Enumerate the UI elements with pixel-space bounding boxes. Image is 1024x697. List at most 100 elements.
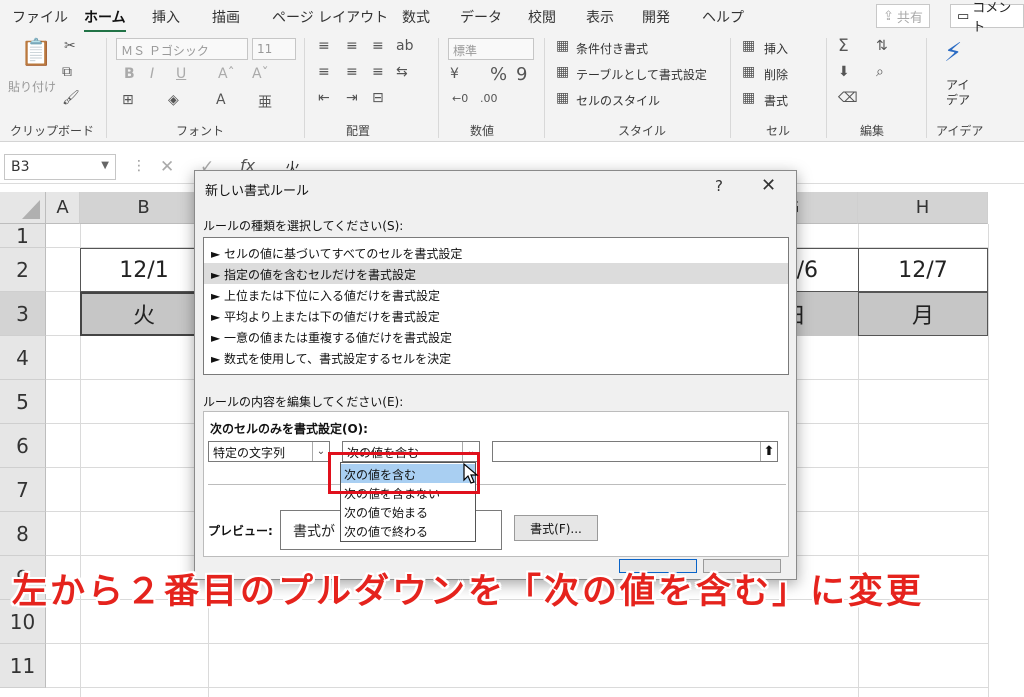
font-name-box[interactable]: ＭＳ Ｐゴシック [116,38,248,60]
align-center-icon[interactable]: ≡ [346,64,358,80]
delete-cells-icon[interactable]: ▦ [742,64,755,80]
format-button[interactable]: 書式(F)... [514,515,598,541]
grow-font-icon[interactable]: Aˆ [218,66,235,82]
underline-icon[interactable]: U [176,66,186,82]
cell-style-icon[interactable]: ▦ [556,90,569,106]
border-icon[interactable]: ⊞ [122,92,134,108]
tab-home[interactable]: ホーム [84,7,126,33]
increase-decimal-icon[interactable]: ←0 [452,92,468,105]
autosum-icon[interactable]: Σ [838,36,849,56]
row-header-5[interactable]: 5 [0,380,46,424]
tab-data[interactable]: データ [460,7,502,27]
cancel-icon[interactable]: ✕ [160,157,174,177]
row-header-2[interactable]: 2 [0,248,46,292]
rule-type-item[interactable]: ► 数式を使用して、書式設定するセルを決定 [204,347,788,368]
font-color-icon[interactable]: A [216,92,226,108]
format-table-button[interactable]: テーブルとして書式設定 [576,66,707,83]
fill-color-icon[interactable]: ◈ [168,92,179,108]
cell-h3[interactable]: 月 [858,292,988,336]
name-box-dropdown-icon[interactable]: ▼ [101,160,109,171]
row-header-6[interactable]: 6 [0,424,46,468]
sort-filter-icon[interactable]: ⇅ [876,38,888,54]
tab-review[interactable]: 校閲 [528,7,556,27]
ideas-icon[interactable]: ⚡ [944,38,962,68]
cell-h2[interactable]: 12/7 [858,248,988,292]
row-header-8[interactable]: 8 [0,512,46,556]
condition-type-combo[interactable]: 特定の文字列 ⌄ [208,441,330,462]
column-header-h[interactable]: H [858,192,988,224]
tab-file[interactable]: ファイル [12,7,68,27]
paste-icon[interactable]: 📋 [20,38,52,68]
tab-developer[interactable]: 開発 [642,7,670,27]
format-cells-button[interactable]: 書式 [764,92,788,109]
row-header-4[interactable]: 4 [0,336,46,380]
rule-type-item[interactable]: ► セルの値に基づいてすべてのセルを書式設定 [204,242,788,263]
column-header-b[interactable]: B [80,192,208,224]
bold-icon[interactable]: B [124,66,135,82]
rule-type-item-selected[interactable]: ► 指定の値を含むセルだけを書式設定 [204,263,788,284]
cut-icon[interactable]: ✂ [64,38,76,54]
tab-insert[interactable]: 挿入 [152,7,180,27]
conditional-format-icon[interactable]: ▦ [556,38,569,54]
help-button[interactable]: ? [715,177,723,195]
align-middle-icon[interactable]: ≡ [346,38,358,54]
tab-draw[interactable]: 描画 [212,7,240,27]
range-select-icon[interactable]: ⬆ [760,442,777,461]
copy-icon[interactable]: ⧉ [62,64,72,80]
cell-style-button[interactable]: セルのスタイル [576,92,660,109]
clear-icon[interactable]: ⌫ [838,90,858,106]
delete-cells-button[interactable]: 削除 [764,66,788,83]
dropdown-option-begins-with[interactable]: 次の値で始まる [341,502,475,521]
column-header-a[interactable]: A [46,192,80,224]
orientation-icon[interactable]: ab [396,38,413,54]
find-select-icon[interactable]: ⌕ [876,64,884,80]
font-size-box[interactable]: 11 [252,38,296,60]
name-box[interactable]: B3 ▼ [4,154,116,180]
shrink-font-icon[interactable]: Aˇ [252,66,269,82]
comment-button[interactable]: ▭ コメント [950,1,1024,35]
decrease-indent-icon[interactable]: ⇤ [318,90,330,106]
row-header-7[interactable]: 7 [0,468,46,512]
paste-button[interactable]: 貼り付け [8,78,56,95]
number-format-box[interactable]: 標準 [448,38,534,60]
rule-type-item[interactable]: ► 平均より上または下の値だけを書式設定 [204,305,788,326]
conditional-format-button[interactable]: 条件付き書式 [576,40,648,57]
rule-type-item[interactable]: ► 上位または下位に入る値だけを書式設定 [204,284,788,305]
row-header-11[interactable]: 11 [0,644,46,688]
value-input[interactable]: ⬆ [492,441,778,462]
rule-type-item[interactable]: ► 一意の値または重複する値だけを書式設定 [204,326,788,347]
tab-page-layout[interactable]: ページ レイアウト [272,7,388,27]
increase-indent-icon[interactable]: ⇥ [346,90,358,106]
format-table-icon[interactable]: ▦ [556,64,569,80]
tab-help[interactable]: ヘルプ [702,7,744,27]
wrap-text-icon[interactable]: ⇆ [396,64,408,80]
select-all-corner[interactable] [0,192,46,224]
align-right-icon[interactable]: ≡ [372,64,384,80]
fill-icon[interactable]: ⬇ [838,64,850,80]
rule-type-list[interactable]: ► セルの値に基づいてすべてのセルを書式設定 ► 指定の値を含むセルだけを書式設… [203,237,789,375]
insert-cells-button[interactable]: 挿入 [764,40,788,57]
phonetic-icon[interactable]: 亜 [258,92,272,112]
percent-icon[interactable]: % [490,64,507,85]
chevron-down-icon[interactable]: ⌄ [312,442,329,461]
comma-icon[interactable]: 9 [516,64,527,85]
row-header-3[interactable]: 3 [0,292,46,336]
cell-b2[interactable]: 12/1 [80,248,208,292]
merge-center-icon[interactable]: ⊟ [372,90,384,106]
cell-b3[interactable]: 火 [80,292,208,336]
ideas-button[interactable]: アイデア [946,78,972,108]
format-painter-icon[interactable]: 🖌 [62,90,80,106]
share-button[interactable]: ⇪ 共有 [876,4,930,28]
insert-cells-icon[interactable]: ▦ [742,38,755,54]
tab-formulas[interactable]: 数式 [402,7,430,27]
currency-icon[interactable]: ¥ [450,66,459,82]
dropdown-option-ends-with[interactable]: 次の値で終わる [341,521,475,540]
italic-icon[interactable]: I [150,66,154,82]
row-header-1[interactable]: 1 [0,224,46,248]
align-left-icon[interactable]: ≡ [318,64,330,80]
format-cells-icon[interactable]: ▦ [742,90,755,106]
tab-view[interactable]: 表示 [586,7,614,27]
close-button[interactable]: ✕ [761,175,776,196]
align-top-icon[interactable]: ≡ [318,38,330,54]
decrease-decimal-icon[interactable]: .00 [480,92,498,105]
